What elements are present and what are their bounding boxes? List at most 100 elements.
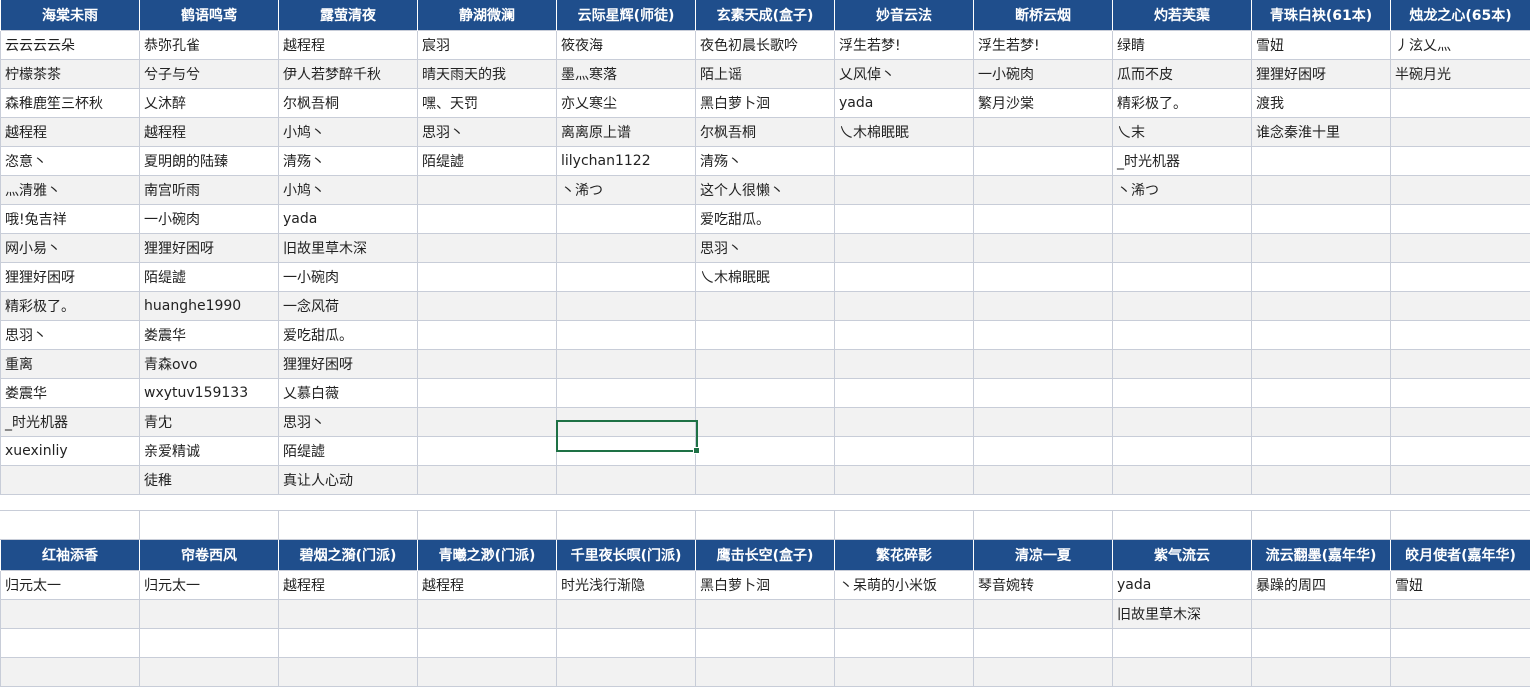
table-cell[interactable] [1390, 657, 1530, 687]
column-header[interactable]: 妙音云法 [834, 0, 974, 31]
table-cell[interactable] [1251, 436, 1391, 466]
table-cell[interactable]: 陌缇譃 [139, 262, 279, 292]
table-cell[interactable]: 晴天雨天的我 [417, 59, 557, 89]
table-cell[interactable]: 南宫听雨 [139, 175, 279, 205]
table-cell[interactable]: 时光浅行渐隐 [556, 570, 696, 600]
table-cell[interactable] [1251, 378, 1391, 408]
table-cell[interactable] [834, 349, 974, 379]
table-cell[interactable] [1390, 117, 1530, 147]
table-cell[interactable] [1390, 628, 1530, 658]
table-cell[interactable] [834, 175, 974, 205]
column-header[interactable]: 青曦之渺(门派) [417, 540, 557, 571]
table-cell[interactable] [834, 436, 974, 466]
table-cell[interactable]: huanghe1990 [139, 291, 279, 321]
column-header[interactable]: 云际星辉(师徒) [556, 0, 696, 31]
table-cell[interactable] [417, 204, 557, 234]
table-cell[interactable]: 乂慕白薇 [278, 378, 418, 408]
table-cell[interactable] [973, 657, 1113, 687]
table-cell[interactable]: 狸狸好困呀 [278, 349, 418, 379]
table-cell[interactable]: 兮子与兮 [139, 59, 279, 89]
table-cell[interactable] [1390, 349, 1530, 379]
table-cell[interactable]: xuexinliy [0, 436, 140, 466]
column-header[interactable]: 灼若芙蕖 [1112, 0, 1252, 31]
table-cell[interactable]: 狸狸好困呀 [139, 233, 279, 263]
table-cell[interactable] [1112, 233, 1252, 263]
table-cell[interactable]: 灬清雅丶 [0, 175, 140, 205]
table-cell[interactable]: 浮生若梦! [834, 30, 974, 60]
table-cell[interactable] [417, 262, 557, 292]
table-cell[interactable]: 一小碗肉 [139, 204, 279, 234]
table-cell[interactable] [1112, 262, 1252, 292]
table-cell[interactable] [695, 378, 835, 408]
table-cell[interactable] [556, 465, 696, 495]
table-cell[interactable]: 亲爱精诚 [139, 436, 279, 466]
table-cell[interactable] [278, 657, 418, 687]
table-cell[interactable] [1390, 88, 1530, 118]
table-cell[interactable] [973, 436, 1113, 466]
table-cell[interactable] [973, 407, 1113, 437]
column-header[interactable]: 静湖微澜 [417, 0, 557, 31]
column-header[interactable]: 繁花碎影 [834, 540, 974, 571]
table-cell[interactable] [1112, 378, 1252, 408]
table-cell[interactable] [695, 349, 835, 379]
table-cell[interactable] [1251, 349, 1391, 379]
table-cell[interactable]: 丿泫乂灬 [1390, 30, 1530, 60]
table-cell[interactable]: 小鸠丶 [278, 175, 418, 205]
table-cell[interactable]: 思羽丶 [278, 407, 418, 437]
table-cell[interactable]: 森稚鹿笙三杯秋 [0, 88, 140, 118]
table-cell[interactable] [1112, 291, 1252, 321]
table-cell[interactable] [695, 320, 835, 350]
table-cell[interactable] [417, 320, 557, 350]
table-cell[interactable] [834, 599, 974, 629]
table-cell[interactable]: 归元太一 [139, 570, 279, 600]
table-cell[interactable]: 重离 [0, 349, 140, 379]
table-cell[interactable]: lilychan1122 [556, 146, 696, 176]
column-header[interactable]: 玄素天成(盒子) [695, 0, 835, 31]
table-cell[interactable]: _时光机器 [0, 407, 140, 437]
table-cell[interactable] [1390, 204, 1530, 234]
table-cell[interactable] [695, 657, 835, 687]
table-cell[interactable] [1390, 233, 1530, 263]
table-cell[interactable] [834, 628, 974, 658]
table-cell[interactable] [1112, 204, 1252, 234]
table-cell[interactable] [1251, 175, 1391, 205]
table-cell[interactable] [139, 599, 279, 629]
table-cell[interactable]: 夜色初晨长歌吟 [695, 30, 835, 60]
table-cell[interactable] [417, 233, 557, 263]
table-cell[interactable] [973, 262, 1113, 292]
table-cell[interactable] [0, 465, 140, 495]
table-cell[interactable]: 真让人心动 [278, 465, 418, 495]
table-cell[interactable]: 亦乂寒尘 [556, 88, 696, 118]
table-cell[interactable]: 乀末 [1112, 117, 1252, 147]
table-cell[interactable] [1112, 407, 1252, 437]
table-cell[interactable] [1251, 320, 1391, 350]
table-cell[interactable]: 一小碗肉 [278, 262, 418, 292]
table-cell[interactable] [1390, 320, 1530, 350]
table-cell[interactable] [1390, 599, 1530, 629]
table-cell[interactable]: 思羽丶 [417, 117, 557, 147]
table-cell[interactable] [556, 233, 696, 263]
table-cell[interactable] [695, 465, 835, 495]
table-cell[interactable]: 娄震华 [0, 378, 140, 408]
column-header[interactable]: 断桥云烟 [973, 0, 1113, 31]
table-cell[interactable]: 越程程 [139, 117, 279, 147]
table-cell[interactable] [1390, 262, 1530, 292]
table-cell[interactable] [278, 628, 418, 658]
table-cell[interactable] [1251, 146, 1391, 176]
table-cell[interactable] [417, 465, 557, 495]
table-cell[interactable] [1390, 407, 1530, 437]
column-header[interactable]: 露萤清夜 [278, 0, 418, 31]
table-cell[interactable] [556, 657, 696, 687]
table-cell[interactable] [1390, 291, 1530, 321]
table-cell[interactable]: 谁念秦淮十里 [1251, 117, 1391, 147]
table-cell[interactable]: 乀木棉眠眠 [834, 117, 974, 147]
table-cell[interactable] [1112, 349, 1252, 379]
table-cell[interactable]: 尔枫吾桐 [695, 117, 835, 147]
table-cell[interactable] [834, 146, 974, 176]
table-cell[interactable]: 越程程 [0, 117, 140, 147]
table-cell[interactable]: 筱夜海 [556, 30, 696, 60]
table-cell[interactable] [1112, 465, 1252, 495]
table-cell[interactable] [1112, 628, 1252, 658]
table-cell[interactable] [556, 378, 696, 408]
table-cell[interactable] [417, 436, 557, 466]
